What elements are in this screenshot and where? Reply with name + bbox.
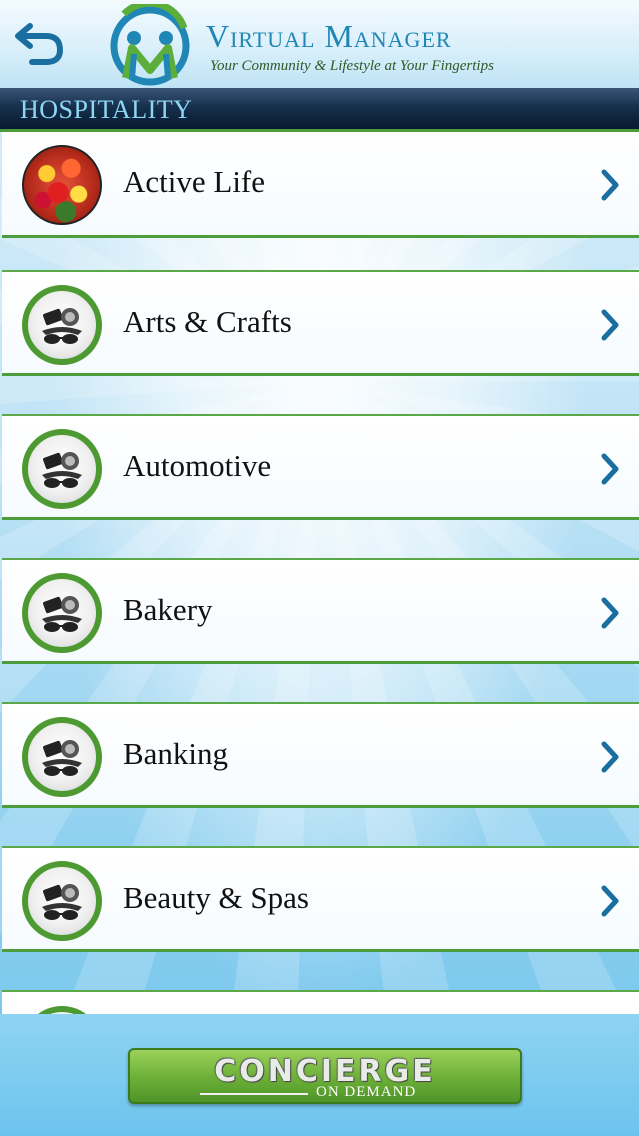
app-subtitle: Your Community & Lifestyle at Your Finge…	[210, 58, 494, 74]
chevron-right-icon	[601, 597, 619, 629]
list-item-label: Active Life	[123, 164, 266, 199]
flowers-photo-icon	[22, 145, 102, 225]
category-tools-icon	[22, 573, 102, 653]
list-item-automotive[interactable]: Automotive	[2, 414, 639, 520]
back-button[interactable]	[12, 18, 68, 68]
list-item-label: Bakery	[123, 592, 213, 627]
category-tools-icon	[22, 861, 102, 941]
list-item-bakery[interactable]: Bakery	[2, 558, 639, 664]
list-item-label: Automotive	[123, 448, 272, 483]
back-arrow-icon	[15, 23, 64, 65]
chevron-right-icon	[601, 885, 619, 917]
list-item-beauty-spas[interactable]: Beauty & Spas	[2, 846, 639, 952]
category-tools-icon	[22, 717, 102, 797]
section-header: HOSPITALITY	[0, 88, 639, 132]
list-item-arts-crafts[interactable]: Arts & Crafts	[2, 270, 639, 376]
chevron-right-icon	[601, 741, 619, 773]
list-item-label: Beauty & Spas	[123, 880, 309, 915]
footer-bar: CONCIERGE ON DEMAND	[0, 1014, 639, 1136]
app-header: Virtual Manager Your Community & Lifesty…	[0, 0, 639, 88]
chevron-right-icon	[601, 453, 619, 485]
section-title: HOSPITALITY	[20, 95, 193, 124]
list-item-label: Arts & Crafts	[123, 304, 292, 339]
category-tools-icon	[22, 285, 102, 365]
concierge-button[interactable]: CONCIERGE ON DEMAND	[128, 1048, 522, 1104]
app-title: Virtual Manager	[206, 18, 452, 54]
list-item-label: Banking	[123, 736, 229, 771]
vm-logo-icon	[104, 0, 196, 86]
chevron-right-icon	[601, 309, 619, 341]
concierge-divider	[200, 1093, 308, 1095]
list-item-banking[interactable]: Banking	[2, 702, 639, 808]
category-tools-icon	[22, 429, 102, 509]
chevron-right-icon	[601, 169, 619, 201]
concierge-button-sublabel: ON DEMAND	[316, 1084, 417, 1100]
list-item-active-life[interactable]: Active Life	[2, 132, 639, 238]
